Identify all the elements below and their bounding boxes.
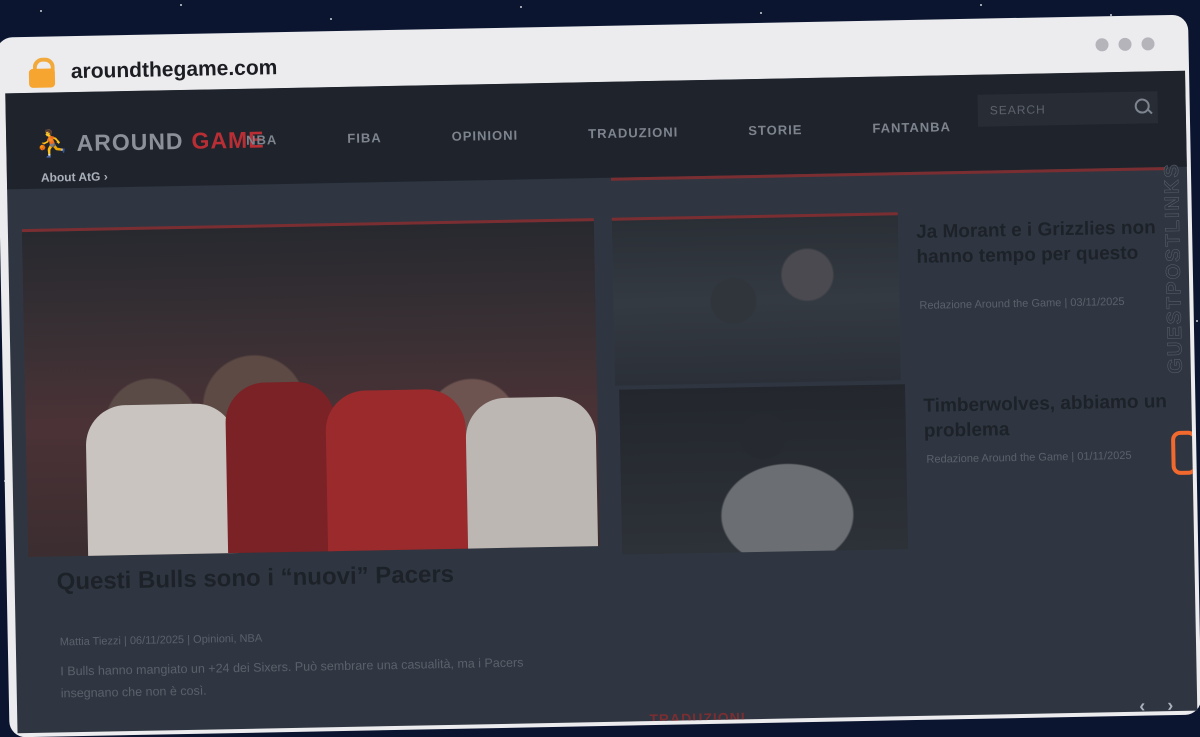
nav-item-storie[interactable]: STORIE [748, 122, 802, 138]
side-article-meta: Redazione Around the Game | 03/11/2025 [919, 295, 1125, 312]
search-input[interactable] [987, 99, 1132, 119]
hero-article-meta: Mattia Tiezzi | 06/11/2025 | Opinioni, N… [59, 632, 263, 649]
window-dot-icon[interactable] [1141, 37, 1155, 51]
nav-item-fiba[interactable]: FIBA [347, 130, 382, 146]
main-nav: NBA FIBA OPINIONI TRADUZIONI STORIE FANT… [246, 118, 1021, 148]
lock-icon [27, 57, 60, 88]
side-article-meta: Redazione Around the Game | 01/11/2025 [926, 449, 1132, 466]
window-dot-icon[interactable] [1118, 37, 1132, 51]
browser-window: aroundthegame.com ⛹ AROUND GAME About At… [0, 0, 1200, 737]
page-viewport: ⛹ AROUND GAME About AtG › NBA FIBA OPINI… [5, 70, 1198, 734]
content-area: Questi Bulls sono i “nuovi” Pacers Matti… [7, 167, 1197, 734]
player-logo-icon: ⛹ [35, 128, 69, 159]
hero-article-title[interactable]: Questi Bulls sono i “nuovi” Pacers [56, 560, 476, 596]
side-article-image[interactable] [611, 212, 901, 386]
nav-item-nba[interactable]: NBA [246, 132, 277, 148]
search-icon[interactable] [1134, 98, 1150, 114]
nav-item-opinioni[interactable]: OPINIONI [452, 128, 519, 144]
player-jersey-shape [325, 388, 469, 552]
side-article-title[interactable]: Ja Morant e i Grizzlies non hanno tempo … [916, 215, 1167, 270]
hero-article-image[interactable] [21, 218, 601, 558]
nav-item-traduzioni[interactable]: TRADUZIONI [588, 124, 678, 141]
player-jersey-shape [85, 403, 239, 556]
site-logo[interactable]: ⛹ AROUND GAME [36, 124, 265, 159]
search-box [977, 91, 1159, 127]
side-article-title[interactable]: Timberwolves, abbiamo un problema [923, 389, 1174, 444]
nav-item-fantanba[interactable]: FANTANBA [872, 119, 951, 136]
player-jersey-shape [465, 396, 599, 549]
window-controls [1095, 37, 1155, 52]
url-text[interactable]: aroundthegame.com [71, 56, 278, 84]
logo-prefix: AROUND [76, 127, 184, 157]
window-dot-icon[interactable] [1095, 38, 1109, 52]
about-link[interactable]: About AtG › [41, 169, 108, 184]
side-article-image[interactable] [619, 384, 909, 555]
hero-article-excerpt: I Bulls hanno mangiato un +24 dei Sixers… [60, 655, 524, 701]
player-jersey-shape [224, 381, 339, 554]
